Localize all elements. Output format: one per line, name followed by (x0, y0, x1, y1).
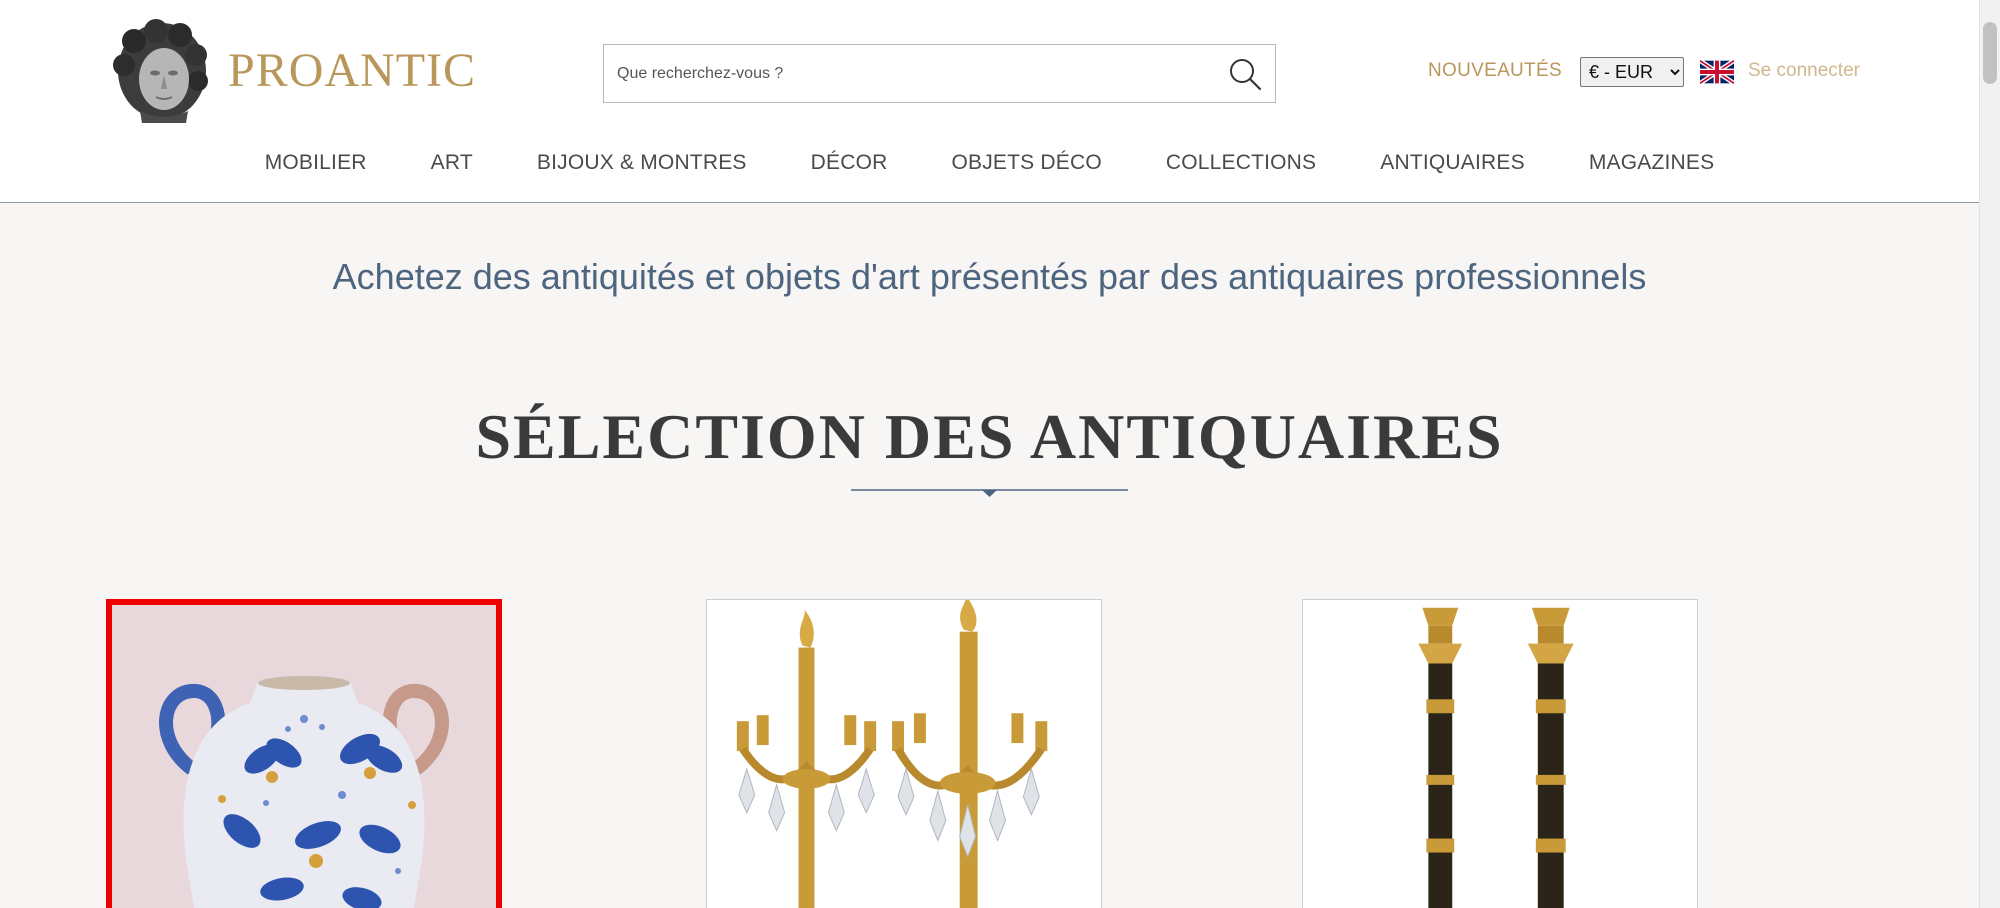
site-logo[interactable]: PROANTIC (110, 18, 476, 124)
search-button[interactable] (1227, 56, 1263, 92)
scrollbar-thumb[interactable] (1983, 22, 1997, 84)
nav-item-mobilier[interactable]: MOBILIER (265, 151, 367, 175)
page-scrollbar[interactable] (1979, 0, 2000, 908)
site-header: PROANTIC NOUVEAUTÉS € - EUR Se connecter… (0, 0, 1979, 203)
nav-item-bijoux-montres[interactable]: BIJOUX & MONTRES (537, 151, 747, 175)
search-box (603, 44, 1276, 103)
page-tagline: Achetez des antiquités et objets d'art p… (332, 256, 1647, 297)
search-icon (1230, 59, 1262, 91)
nav-item-art[interactable]: ART (431, 151, 473, 175)
main-navigation: MOBILIER ART BIJOUX & MONTRES DÉCOR OBJE… (0, 148, 1979, 178)
search-input[interactable] (604, 45, 1204, 102)
nav-item-antiquaires[interactable]: ANTIQUAIRES (1380, 151, 1525, 175)
nav-item-collections[interactable]: COLLECTIONS (1166, 151, 1316, 175)
title-divider (851, 489, 1128, 497)
nouveautes-link[interactable]: NOUVEAUTÉS (1428, 60, 1562, 82)
nav-item-magazines[interactable]: MAGAZINES (1589, 151, 1714, 175)
product-card-2[interactable] (706, 599, 1102, 908)
sculpted-head-logo-icon (113, 19, 208, 123)
product-card-3[interactable] (1302, 599, 1698, 908)
blue-floral-faience-vase-image (112, 605, 496, 908)
uk-flag-icon[interactable] (1700, 60, 1734, 84)
bronze-ormolu-candlesticks-pair-image (1303, 600, 1697, 908)
gilt-bronze-crystal-candelabra-pair-image (707, 600, 1101, 908)
login-link[interactable]: Se connecter (1748, 60, 1860, 82)
nav-item-decor[interactable]: DÉCOR (811, 151, 888, 175)
logo-wordmark: PROANTIC (228, 44, 477, 97)
currency-select[interactable]: € - EUR (1580, 57, 1684, 87)
nav-item-objets-deco[interactable]: OBJETS DÉCO (951, 151, 1101, 175)
product-card-1[interactable] (106, 599, 502, 908)
section-title: SÉLECTION DES ANTIQUAIRES (475, 401, 1504, 472)
